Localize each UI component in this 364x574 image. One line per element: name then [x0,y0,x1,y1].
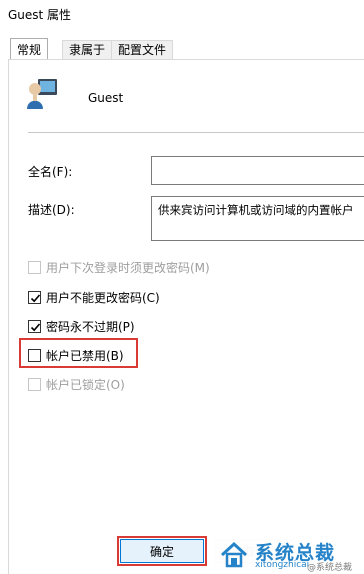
check-mark-icon [30,294,41,303]
password-never-expires-label: 密码永不过期(P) [46,320,135,334]
account-locked-label: 帐户已锁定(O) [46,378,125,392]
tab-general[interactable]: 常规 [10,38,49,61]
password-never-expires-checkbox[interactable] [28,320,41,333]
account-locked-checkbox[interactable] [28,378,41,391]
cannot-change-password-label: 用户不能更改密码(C) [46,291,160,305]
watermark-url: xitongzhicai [255,560,310,570]
watermark-sub: @系统总裁 [307,563,353,573]
house-logo-icon [220,541,248,568]
watermark: 系统总裁 xitongzhicai @系统总裁 [215,536,364,573]
description-value: 供来宾访问计算机或访问域的内置帐户 [158,203,354,217]
description-label: 描述(D): [28,203,75,217]
window-title: Guest 属性 [8,8,72,22]
fullname-field[interactable] [151,156,364,185]
ok-highlight-box [117,536,207,566]
user-name: Guest [88,91,124,105]
description-field[interactable]: 供来宾访问计算机或访问域的内置帐户 [151,196,364,241]
account-disabled-label: 帐户已禁用(B) [46,349,124,363]
fullname-label: 全名(F): [28,165,73,179]
must-change-password-label: 用户下次登录时须更改密码(M) [46,261,210,275]
separator [28,132,364,133]
tab-strip: 常规 隶属于 配置文件 [0,38,364,61]
account-disabled-checkbox[interactable] [28,349,41,362]
user-icon [24,77,58,111]
title-bar: Guest 属性 [0,0,364,30]
check-mark-icon [30,323,41,332]
cannot-change-password-checkbox[interactable] [28,291,41,304]
tab-profile[interactable]: 配置文件 [111,40,174,60]
tab-member-of[interactable]: 隶属于 [62,40,113,60]
tab-panel-general [8,59,364,574]
must-change-password-checkbox[interactable] [28,261,41,274]
